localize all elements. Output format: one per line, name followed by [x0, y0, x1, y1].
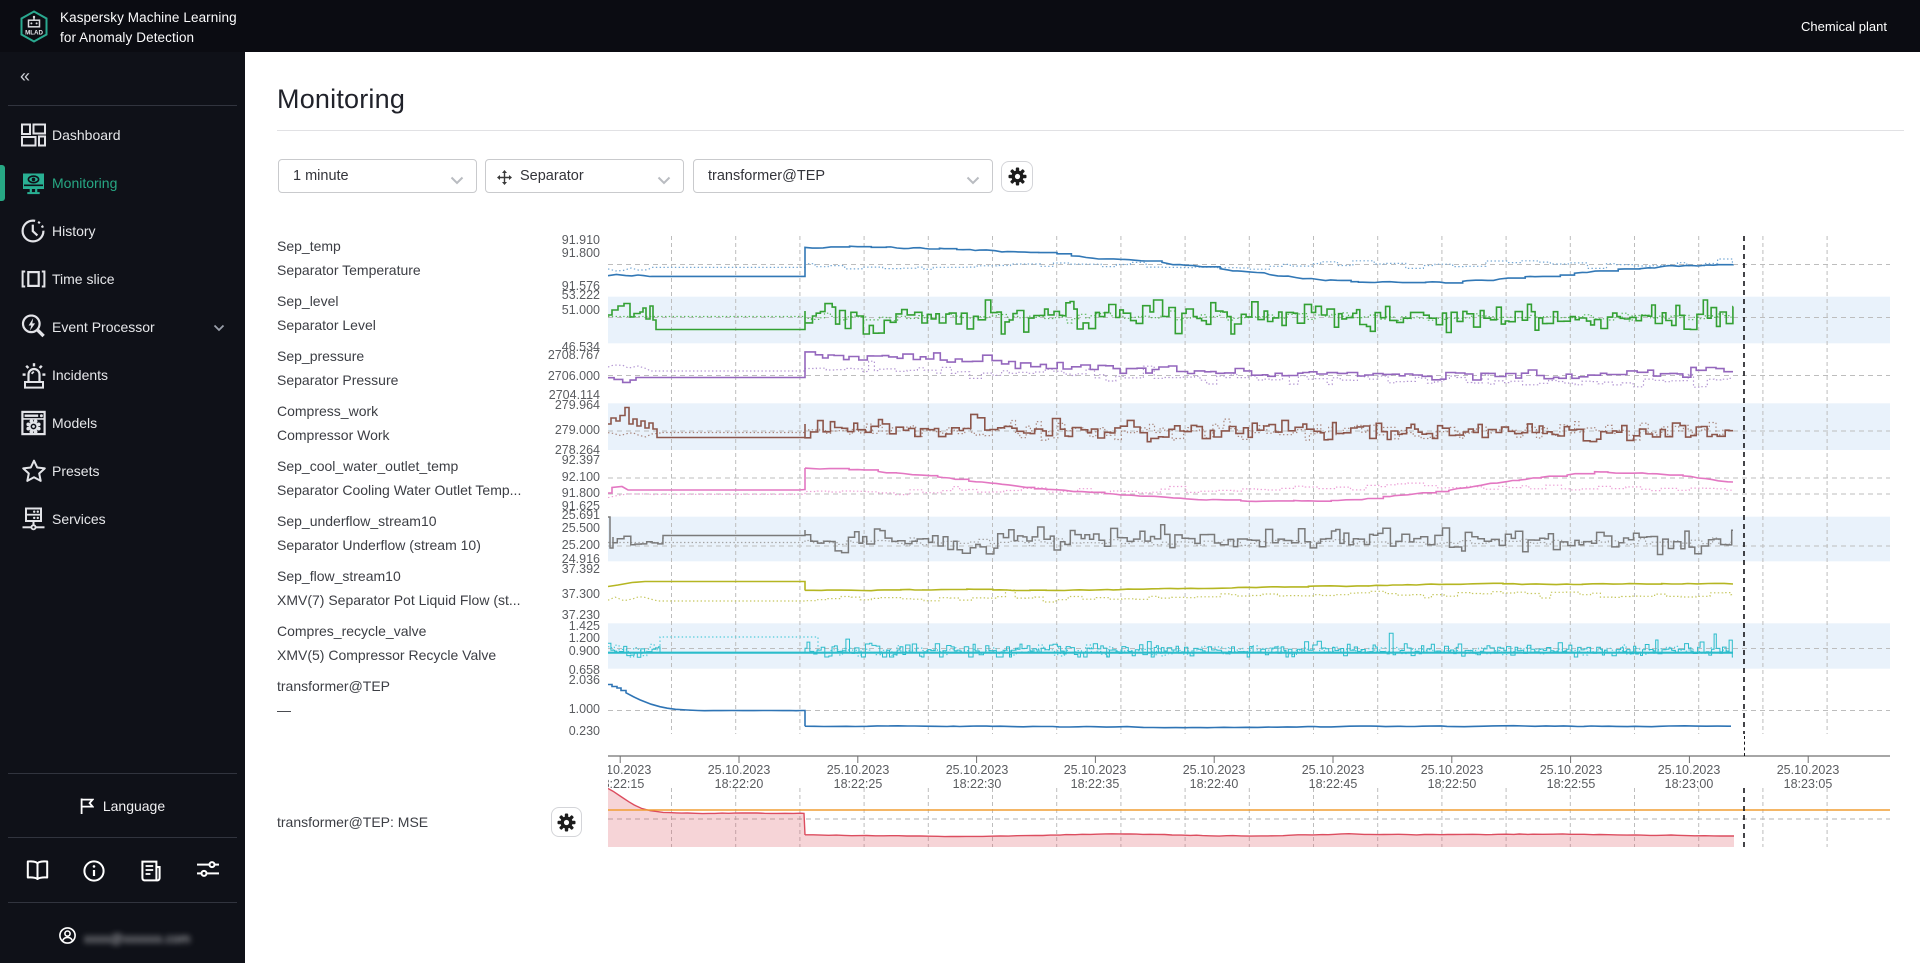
svg-text:MLAD: MLAD — [25, 30, 43, 37]
